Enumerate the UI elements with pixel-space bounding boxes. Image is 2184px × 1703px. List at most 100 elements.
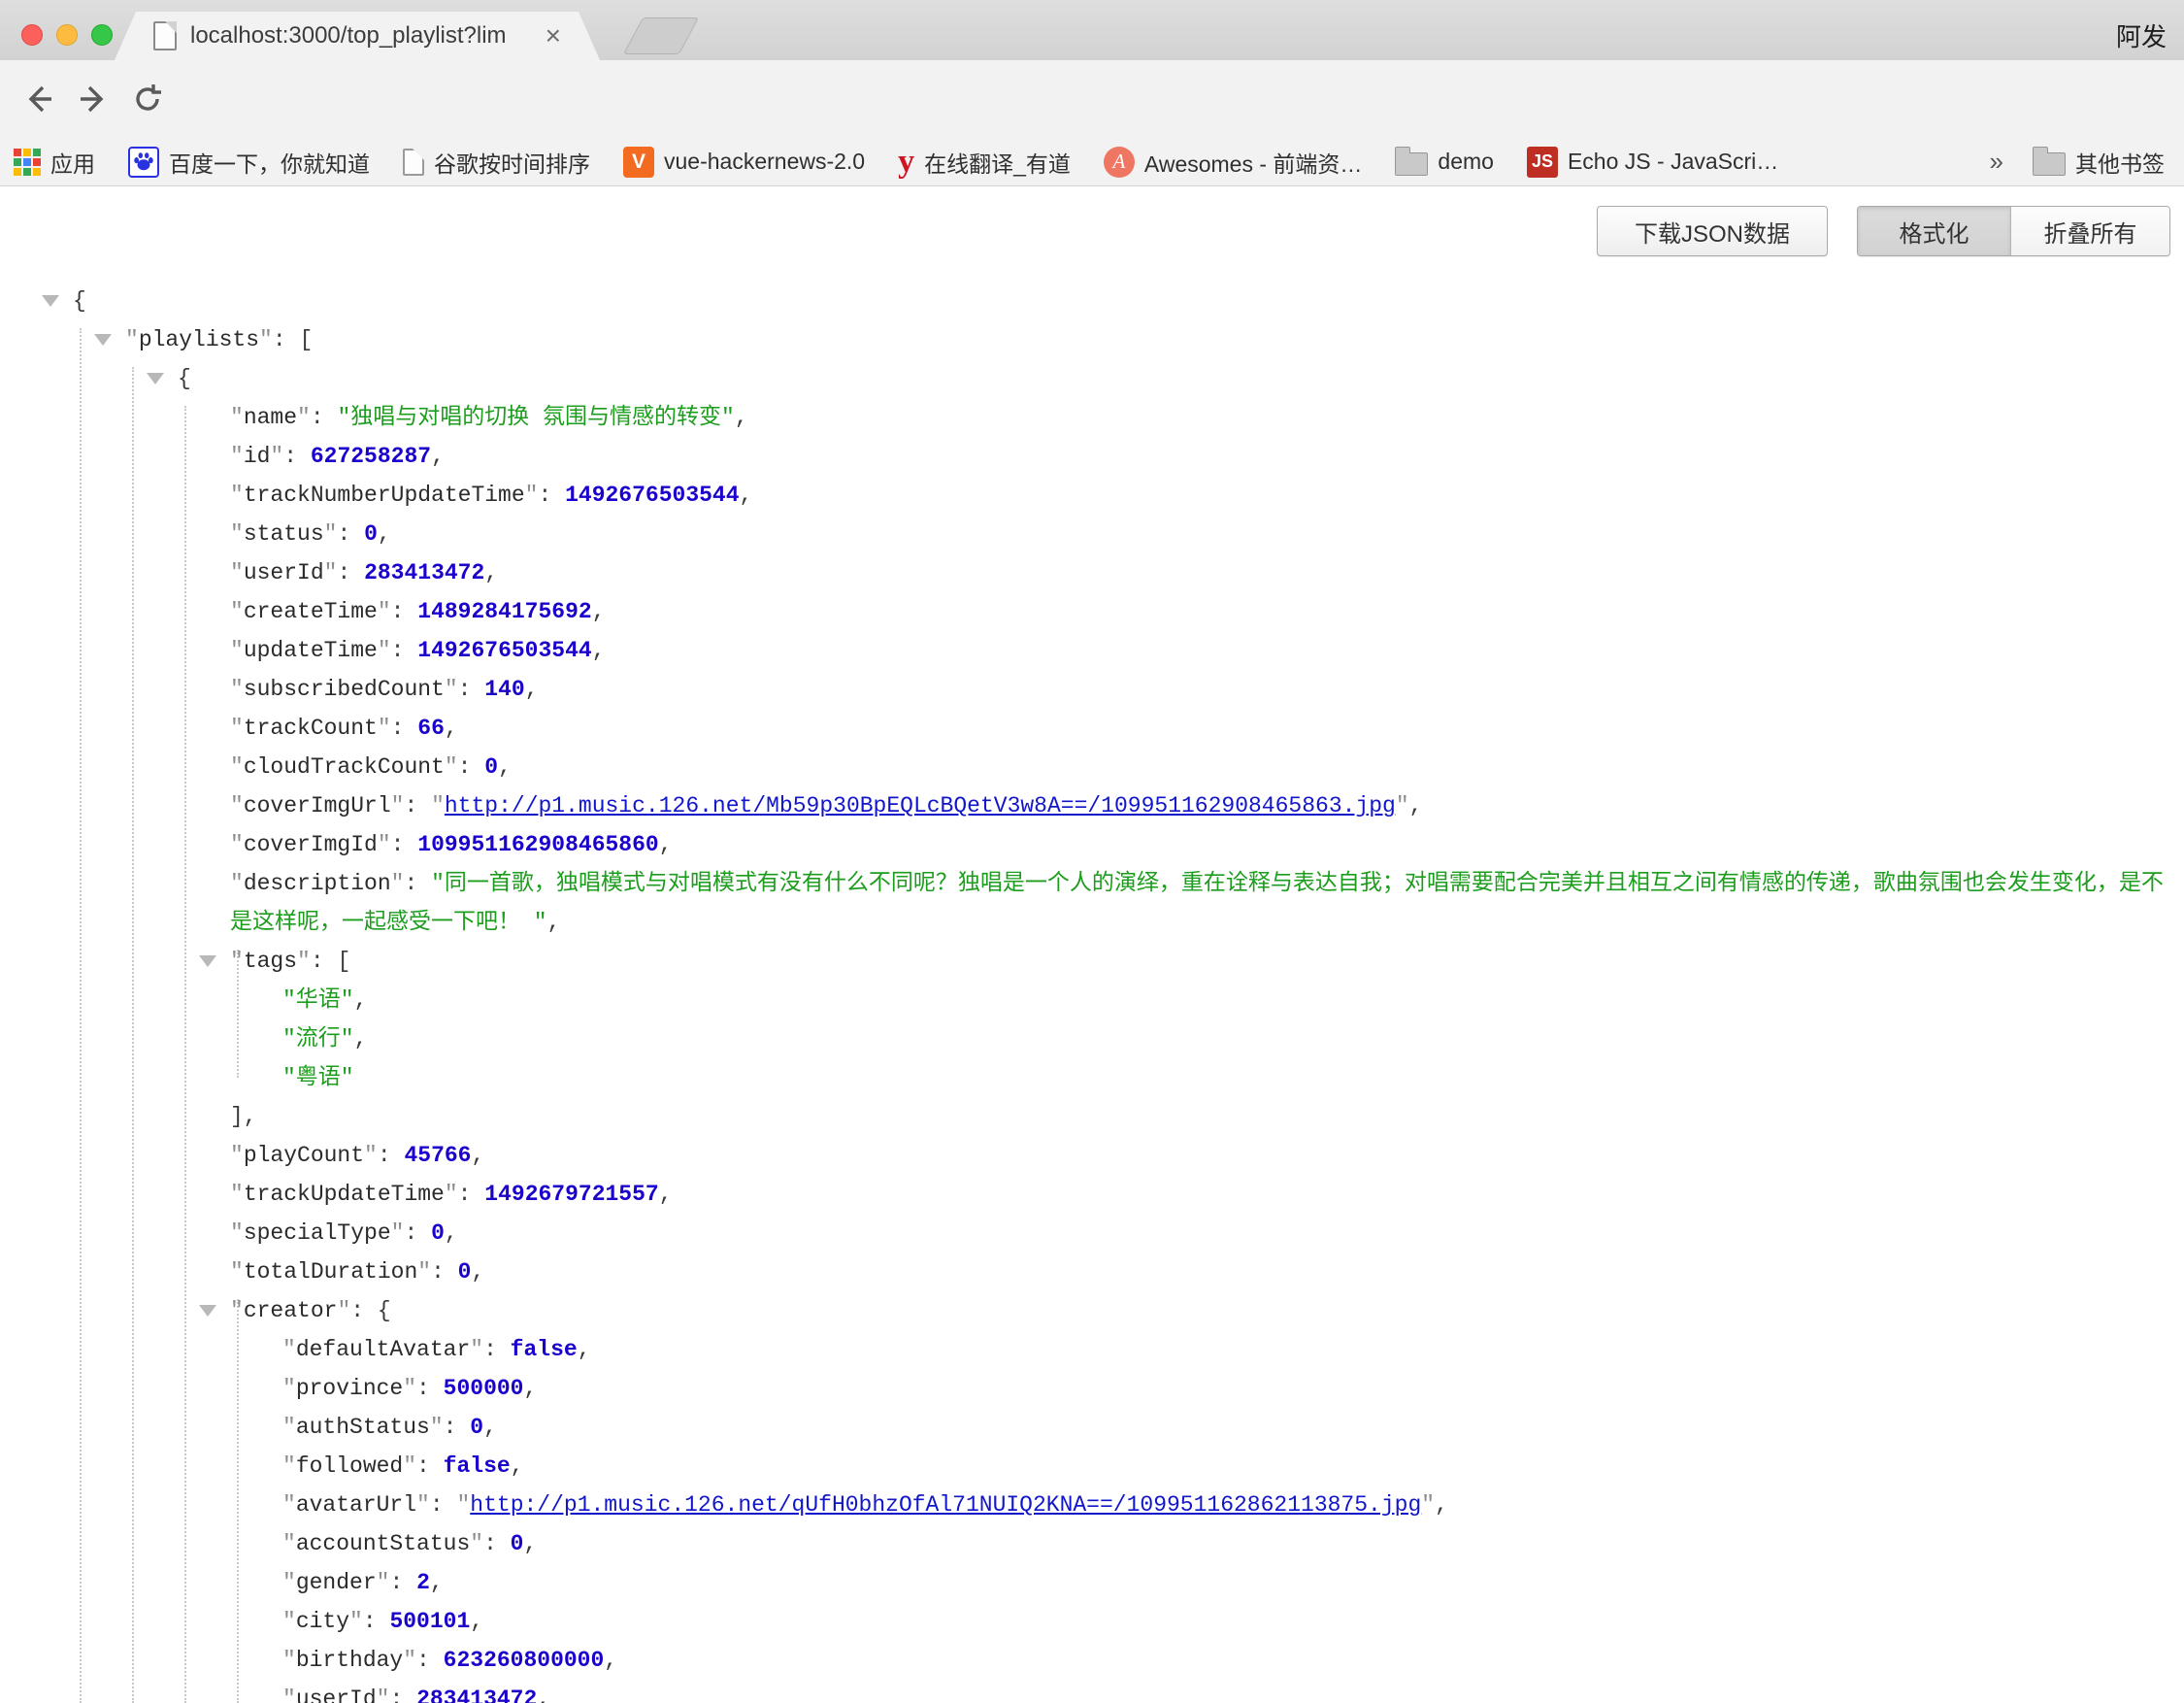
bookmark-vue-hackernews[interactable]: V vue-hackernews-2.0 [623,147,865,178]
format-button[interactable]: 格式化 [1858,207,2010,255]
json-line: "city": 500101, [0,1602,2184,1641]
json-quote: " [282,1415,296,1440]
json-quote: " [445,754,458,780]
bookmark-apps[interactable]: 应用 [14,146,95,179]
download-json-button[interactable]: 下载JSON数据 [1597,206,1828,256]
profile-name[interactable]: 阿发 [2116,17,2167,53]
json-punctuation: : [416,1453,444,1479]
json-punctuation: { [73,288,86,314]
json-quote: " [230,754,244,780]
json-punctuation: : [483,1531,511,1556]
json-quote: " [230,832,244,857]
json-line: "totalDuration": 0, [0,1252,2184,1291]
json-number-value: 0 [431,1220,445,1246]
json-key: updateTime [244,638,378,663]
json-key: userId [296,1686,377,1703]
json-line: { [0,359,2184,398]
collapse-toggle-icon[interactable] [42,295,59,307]
reload-button[interactable] [126,78,169,120]
json-punctuation: , [523,1531,537,1556]
json-quote: " [282,1376,296,1401]
json-line: "gender": 2, [0,1563,2184,1602]
json-key: birthday [296,1648,403,1673]
json-key: subscribedCount [244,677,445,702]
close-window-button[interactable] [21,24,43,46]
json-key: province [296,1376,403,1401]
other-bookmarks-folder[interactable]: 其他书签 [2033,146,2165,179]
json-key: followed [296,1453,403,1479]
new-tab-button[interactable] [623,17,699,54]
json-line: "authStatus": 0, [0,1408,2184,1447]
json-quote: " [230,521,244,547]
json-line: "id": 627258287, [0,437,2184,476]
json-quote: " [431,793,445,818]
collapse-toggle-icon[interactable] [199,1305,216,1317]
json-line: "accountStatus": 0, [0,1524,2184,1563]
json-line: "trackNumberUpdateTime": 1492676503544, [0,476,2184,515]
json-key: status [244,521,324,547]
json-number-value: 1489284175692 [417,599,591,624]
json-link-url[interactable]: http://p1.music.126.net/qUfH0bhzOfAl71NU… [470,1492,1421,1518]
json-punctuation: , [483,1415,497,1440]
json-key: trackCount [244,716,378,741]
json-punctuation: : [363,1609,390,1634]
json-punctuation: : [391,832,418,857]
json-key: trackUpdateTime [244,1182,445,1207]
json-link-url[interactable]: http://p1.music.126.net/Mb59p30BpEQLcBQe… [445,793,1396,818]
bookmarks-overflow-icon[interactable]: » [1990,147,2003,177]
bookmark-echojs[interactable]: JS Echo JS - JavaScri… [1527,147,1778,178]
json-punctuation: , [604,1648,617,1673]
json-quote: " [282,1648,296,1673]
json-punctuation: , [578,1337,591,1362]
json-line: "coverImgId": 109951162908465860, [0,825,2184,864]
json-quote: " [1396,793,1409,818]
json-number-value: 627258287 [311,444,431,469]
tab-close-icon[interactable]: × [546,22,561,50]
forward-button[interactable] [72,78,115,120]
collapse-toggle-icon[interactable] [199,955,216,967]
json-quote: " [230,716,244,741]
maximize-window-button[interactable] [91,24,113,46]
bookmark-demo-folder[interactable]: demo [1395,149,1494,176]
json-punctuation: , [659,832,673,857]
page-favicon-icon [153,21,177,50]
json-number-value: 1492676503544 [417,638,591,663]
collapse-toggle-icon[interactable] [147,373,164,384]
json-punctuation: , [431,444,445,469]
json-quote: " [230,599,244,624]
tab-strip: localhost:3000/top_playlist?lim × 阿发 [0,0,2184,60]
json-punctuation: : [416,1648,444,1673]
json-line: "coverImgUrl": "http://p1.music.126.net/… [0,786,2184,825]
browser-tab[interactable]: localhost:3000/top_playlist?lim × [115,12,600,60]
collapse-toggle-icon[interactable] [94,334,112,346]
json-line: "userId": 283413472, [0,1680,2184,1703]
json-quote: " [391,793,405,818]
json-boolean-value: false [511,1337,578,1362]
json-punctuation: , [1409,793,1423,818]
view-mode-segmented-control: 格式化 折叠所有 [1857,206,2170,256]
json-line: "tags": [ [0,942,2184,981]
bookmark-awesomes[interactable]: A Awesomes - 前端资… [1104,146,1363,179]
json-quote: " [282,1453,296,1479]
json-quote: " [282,1531,296,1556]
echojs-icon: JS [1527,147,1558,178]
json-quote: " [377,1570,390,1595]
json-key: coverImgUrl [244,793,391,818]
json-key: userId [244,560,324,585]
bookmark-baidu[interactable]: 百度一下，你就知道 [128,146,370,179]
bookmark-youdao-translate[interactable]: y 在线翻译_有道 [898,146,1071,179]
awesomes-icon: A [1104,147,1135,178]
json-punctuation: : [378,1143,405,1168]
json-punctuation: , [354,1026,368,1052]
bookmark-google-sort[interactable]: 谷歌按时间排序 [403,146,590,179]
json-quote: " [230,444,244,469]
minimize-window-button[interactable] [56,24,78,46]
collapse-all-button[interactable]: 折叠所有 [2010,207,2169,255]
json-punctuation: : { [350,1298,390,1323]
back-button[interactable] [17,78,60,120]
json-key: createTime [244,599,378,624]
json-line: "trackUpdateTime": 1492679721557, [0,1175,2184,1214]
json-number-value: 109951162908465860 [417,832,658,857]
json-punctuation: : [389,1686,416,1703]
json-punctuation: : [391,716,418,741]
